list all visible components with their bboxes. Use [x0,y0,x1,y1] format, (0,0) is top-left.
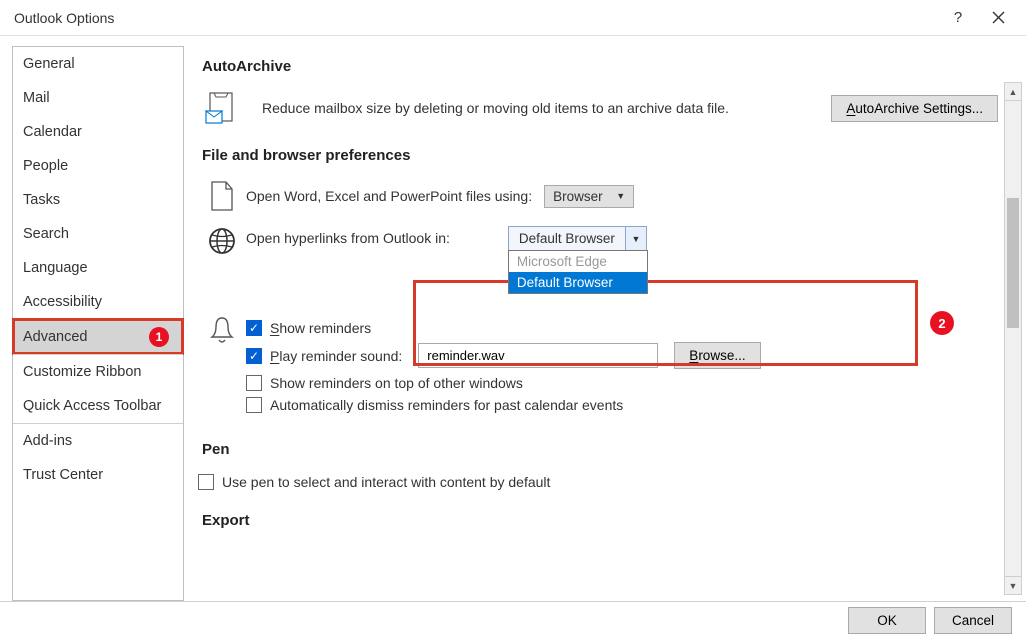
sidebar-item-language[interactable]: Language [13,251,183,285]
sidebar-item-mail[interactable]: Mail [13,81,183,115]
auto-dismiss-checkbox[interactable] [246,397,262,413]
use-pen-checkbox[interactable] [198,474,214,490]
scroll-up-arrow[interactable]: ▲ [1005,83,1021,101]
chevron-down-icon: ▼ [631,234,640,244]
hyperlink-dropdown-list: Microsoft Edge Default Browser [508,250,648,294]
section-export-title: Export [202,512,998,529]
sidebar: General Mail Calendar People Tasks Searc… [12,46,184,601]
title-bar: Outlook Options ? [0,0,1026,36]
auto-dismiss-label: Automatically dismiss reminders for past… [270,397,623,413]
sidebar-item-quick-access[interactable]: Quick Access Toolbar [13,389,183,423]
show-reminders-checkbox[interactable] [246,320,262,336]
autoarchive-settings-button[interactable]: AutoArchive Settings... [831,95,998,122]
sidebar-item-tasks[interactable]: Tasks [13,183,183,217]
browse-button[interactable]: Browse... [674,342,760,369]
scroll-down-arrow[interactable]: ▼ [1005,576,1021,594]
sidebar-item-search[interactable]: Search [13,217,183,251]
dropdown-option-default[interactable]: Default Browser [509,272,647,293]
section-autoarchive-title: AutoArchive [202,58,998,75]
dialog-footer: OK Cancel [0,601,1026,639]
window-title: Outlook Options [14,10,938,26]
dropdown-arrow[interactable]: ▼ [625,226,647,252]
hyperlink-label: Open hyperlinks from Outlook in: [246,226,450,246]
sidebar-item-people[interactable]: People [13,149,183,183]
open-files-dropdown[interactable]: Browser ▼ [544,185,634,208]
section-pen-title: Pen [202,441,998,458]
globe-icon [198,226,246,256]
archive-icon [198,91,246,125]
ok-button[interactable]: OK [848,607,926,634]
chevron-down-icon: ▼ [616,191,625,201]
cancel-button[interactable]: Cancel [934,607,1012,634]
sidebar-item-general[interactable]: General [13,47,183,81]
close-icon [992,11,1005,24]
sidebar-item-calendar[interactable]: Calendar [13,115,183,149]
autoarchive-description: Reduce mailbox size by deleting or movin… [262,100,815,116]
annotation-badge-1: 1 [149,327,169,347]
annotation-badge-2: 2 [930,311,954,335]
play-sound-checkbox[interactable] [246,348,262,364]
show-reminders-label: Show reminders [270,320,371,336]
reminders-on-top-checkbox[interactable] [246,375,262,391]
content-pane: AutoArchive Reduce mailbox size by delet… [198,36,998,529]
hyperlink-dropdown[interactable]: Default Browser ▼ [508,226,647,252]
use-pen-label: Use pen to select and interact with cont… [222,474,550,490]
sidebar-item-advanced[interactable]: Advanced 1 [13,319,183,354]
dropdown-option-edge[interactable]: Microsoft Edge [509,251,647,272]
vertical-scrollbar[interactable]: ▲ ▼ [1004,82,1022,595]
sidebar-item-add-ins[interactable]: Add-ins [13,423,183,458]
scroll-thumb[interactable] [1007,198,1019,328]
sidebar-item-customize-ribbon[interactable]: Customize Ribbon [13,354,183,389]
play-sound-label: Play reminder sound: [270,348,402,364]
section-filebrowser-title: File and browser preferences [202,147,998,164]
bell-icon [198,314,246,346]
open-files-label: Open Word, Excel and PowerPoint files us… [246,188,532,204]
reminders-on-top-label: Show reminders on top of other windows [270,375,523,391]
file-icon [198,180,246,212]
help-button[interactable]: ? [938,3,978,33]
sidebar-item-trust-center[interactable]: Trust Center [13,458,183,492]
close-button[interactable] [978,3,1018,33]
sidebar-item-accessibility[interactable]: Accessibility [13,285,183,319]
reminder-sound-input[interactable] [418,343,658,368]
